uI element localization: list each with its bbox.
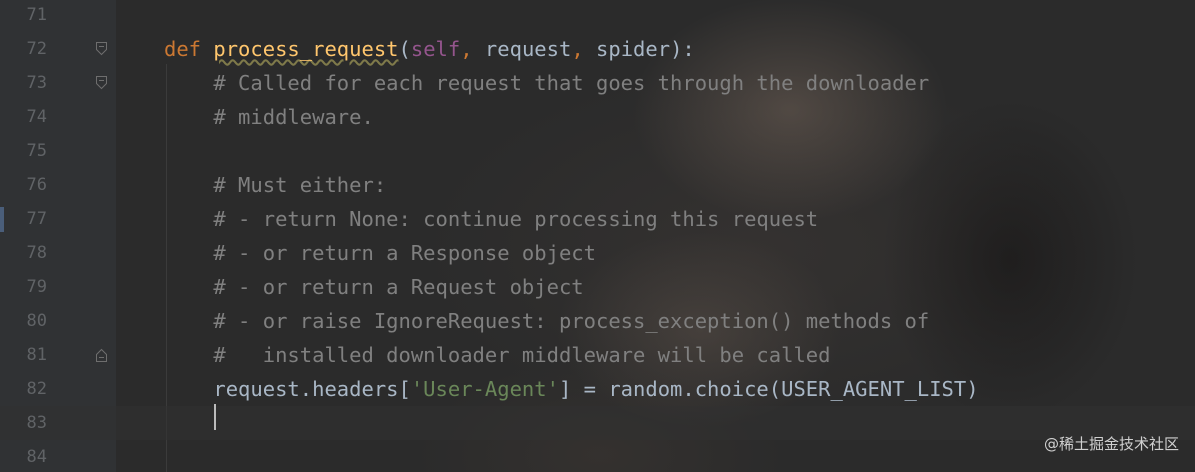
text-cursor bbox=[214, 404, 216, 430]
code-text: # - or return a Request object bbox=[164, 275, 584, 299]
code-token: # Called for each request that goes thro… bbox=[164, 71, 930, 95]
code-token: def bbox=[164, 37, 214, 61]
code-token: request bbox=[484, 37, 572, 61]
code-token: # - return None: continue processing thi… bbox=[164, 207, 819, 231]
code-token: , bbox=[460, 37, 485, 61]
code-line[interactable]: 83 bbox=[0, 406, 1195, 440]
watermark: @稀土掘金技术社区 bbox=[1043, 435, 1179, 453]
code-line[interactable]: 82 request.headers['User-Agent'] = rando… bbox=[0, 372, 1195, 406]
fold-open-icon[interactable] bbox=[96, 41, 107, 56]
code-token: # - or raise IgnoreRequest: process_exce… bbox=[164, 309, 930, 333]
code-line[interactable]: 79 # - or return a Request object bbox=[0, 270, 1195, 304]
code-editor[interactable]: 71 72 def process_request(self, request, s… bbox=[0, 0, 1195, 472]
line-number: 78 bbox=[26, 243, 47, 263]
code-token: ] = random.choice(USER_AGENT_LIST) bbox=[558, 377, 979, 401]
code-text: request.headers['User-Agent'] = random.c… bbox=[164, 377, 979, 401]
fold-open-icon[interactable] bbox=[96, 75, 107, 90]
line-number: 72 bbox=[26, 39, 47, 59]
code-line[interactable]: 84 bbox=[0, 440, 1195, 472]
code-text: # Called for each request that goes thro… bbox=[164, 71, 929, 95]
code-token: ): bbox=[670, 37, 695, 61]
code-line[interactable]: 73 # Called for each request that goes t… bbox=[0, 66, 1195, 100]
fold-close-icon[interactable] bbox=[96, 347, 107, 362]
code-token: ( bbox=[398, 37, 411, 61]
code-text: # middleware. bbox=[164, 105, 374, 129]
code-line[interactable]: 72 def process_request(self, request, spi… bbox=[0, 32, 1195, 66]
code-line[interactable]: 76 # Must either: bbox=[0, 168, 1195, 202]
line-number: 79 bbox=[26, 277, 47, 297]
code-token: # - or return a Request object bbox=[164, 275, 584, 299]
code-token: , bbox=[571, 37, 597, 61]
line-number: 73 bbox=[26, 73, 47, 93]
code-text: def process_request(self, request, spide… bbox=[164, 37, 695, 61]
line-number: 82 bbox=[26, 379, 47, 399]
code-token: # middleware. bbox=[164, 105, 374, 129]
code-token: # Must either: bbox=[164, 173, 387, 197]
code-line[interactable]: 80 # - or raise IgnoreRequest: process_e… bbox=[0, 304, 1195, 338]
code-line[interactable]: 81 # installed downloader middleware wil… bbox=[0, 338, 1195, 372]
line-number: 80 bbox=[26, 311, 47, 331]
line-number: 77 bbox=[26, 209, 47, 229]
code-text: # installed downloader middleware will b… bbox=[164, 343, 830, 367]
code-text: # - or raise IgnoreRequest: process_exce… bbox=[164, 309, 929, 333]
code-text: # - or return a Response object bbox=[164, 241, 596, 265]
code-text: # - return None: continue processing thi… bbox=[164, 207, 818, 231]
code-line[interactable]: 78 # - or return a Response object bbox=[0, 236, 1195, 270]
code-token: request.headers[ bbox=[164, 377, 411, 401]
code-line[interactable]: 75 bbox=[0, 134, 1195, 168]
line-number: 75 bbox=[26, 141, 47, 161]
code-token: 'User-Agent' bbox=[410, 377, 559, 401]
code-line[interactable]: 74 # middleware. bbox=[0, 100, 1195, 134]
line-number: 81 bbox=[26, 345, 47, 365]
code-text: # Must either: bbox=[164, 173, 386, 197]
line-number: 76 bbox=[26, 175, 47, 195]
code-line[interactable]: 71 bbox=[0, 0, 1195, 32]
code-line[interactable]: 77 # - return None: continue processing … bbox=[0, 202, 1195, 236]
code-token: # installed downloader middleware will b… bbox=[164, 343, 831, 367]
code-token: process_request bbox=[213, 37, 399, 61]
code-token: self bbox=[410, 37, 461, 61]
line-number: 84 bbox=[26, 447, 47, 467]
line-number: 71 bbox=[26, 5, 47, 25]
line-number: 83 bbox=[26, 413, 47, 433]
line-number: 74 bbox=[26, 107, 47, 127]
code-token: # - or return a Response object bbox=[164, 241, 596, 265]
code-token: spider bbox=[596, 37, 671, 61]
